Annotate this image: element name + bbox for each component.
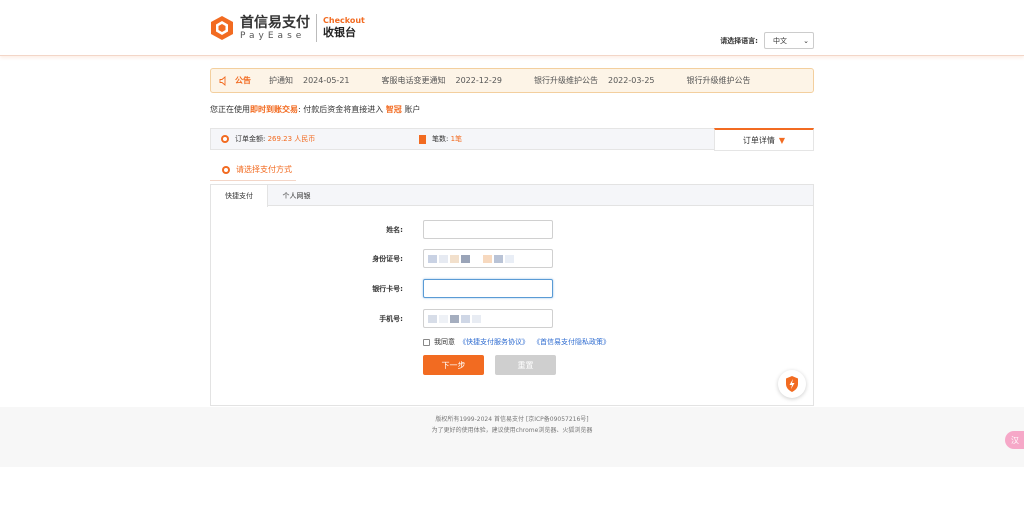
payease-logo[interactable]: 首信易支付 PayEase Checkout 收银台 bbox=[210, 14, 365, 42]
payment-method-heading: 请选择支付方式 bbox=[222, 164, 292, 175]
id-number-field[interactable] bbox=[423, 249, 553, 268]
language-value: 中文 bbox=[773, 36, 787, 45]
chevron-down-icon: ⌄ bbox=[803, 36, 809, 45]
heading-underline bbox=[210, 180, 296, 181]
name-label: 姓名: bbox=[386, 225, 403, 234]
agreement-row: 我同意 《快捷支付服务协议》 《首信易支付隐私政策》 bbox=[423, 337, 610, 347]
logo-divider bbox=[316, 14, 317, 42]
privacy-policy-link[interactable]: 《首信易支付隐私政策》 bbox=[533, 337, 610, 347]
shield-icon bbox=[786, 376, 798, 392]
footer: 版权所有1999-2024 首信易支付 [京ICP备09057216号] 为了更… bbox=[0, 407, 1024, 467]
announcement-item[interactable]: 客服电话变更通知 2022-12-29 bbox=[382, 75, 503, 86]
name-row: 姓名: bbox=[211, 220, 815, 239]
phone-field[interactable] bbox=[423, 309, 553, 328]
copyright-text: 版权所有1999-2024 首信易支付 [京ICP备09057216号] bbox=[435, 416, 589, 423]
announcement-item[interactable]: 护通知 2024-05-21 bbox=[269, 75, 350, 86]
announcement-list: 护通知 2024-05-21 客服电话变更通知 2022-12-29 银行升级维护公… bbox=[269, 75, 783, 86]
reset-button[interactable]: 重置 bbox=[495, 355, 556, 375]
name-field[interactable] bbox=[423, 220, 553, 239]
phone-label: 手机号: bbox=[379, 314, 403, 323]
payment-panel: 快捷支付 个人网银 姓名: 身份证号: 银行卡号: 手机号: 我同意 《快捷支付… bbox=[210, 184, 814, 406]
checkout-cn-text: 收银台 bbox=[323, 26, 356, 39]
payease-logo-icon bbox=[210, 15, 234, 41]
announcement-bar: 公告 护通知 2024-05-21 客服电话变更通知 2022-12-29 银行升级… bbox=[210, 68, 814, 93]
speaker-icon bbox=[219, 75, 229, 86]
language-selector: 请选择语言: 中文 ⌄ bbox=[720, 32, 814, 49]
language-label: 请选择语言: bbox=[720, 36, 758, 45]
checkout-en-text: Checkout bbox=[323, 16, 365, 25]
quick-pay-agreement-link[interactable]: 《快捷支付服务协议》 bbox=[459, 337, 529, 347]
order-amount: 订单金额: 269.23 人民币 bbox=[235, 135, 316, 143]
triangle-down-icon: ▼ bbox=[778, 135, 786, 145]
bank-card-field[interactable] bbox=[423, 279, 553, 298]
announcement-item[interactable]: 银行升级维护公告 2022-03-25 bbox=[534, 75, 655, 86]
id-row: 身份证号: bbox=[211, 249, 815, 268]
order-count: 笔数: 1笔 bbox=[419, 134, 462, 144]
document-icon bbox=[419, 134, 426, 144]
payment-tabs: 快捷支付 个人网银 bbox=[211, 185, 813, 207]
translate-side-tab[interactable]: 汉 bbox=[1005, 431, 1024, 449]
order-amount-icon bbox=[221, 135, 229, 143]
logo-en-text: PayEase bbox=[240, 30, 306, 41]
tab-personal-banking[interactable]: 个人网银 bbox=[268, 185, 325, 206]
card-row: 银行卡号: bbox=[211, 279, 815, 298]
agree-checkbox[interactable] bbox=[423, 338, 430, 346]
id-label: 身份证号: bbox=[372, 254, 403, 263]
masked-value bbox=[428, 314, 481, 323]
order-summary-bar: 订单金额: 269.23 人民币 笔数: 1笔 订单详情 ▼ bbox=[210, 128, 814, 151]
logo-cn-text: 首信易支付 bbox=[240, 14, 310, 31]
masked-value bbox=[428, 254, 514, 263]
order-detail-toggle[interactable]: 订单详情 ▼ bbox=[714, 128, 814, 151]
browser-tip-text: 为了更好的使用体验，建议使用chrome浏览器、火狐浏览器 bbox=[431, 427, 593, 434]
language-select[interactable]: 中文 ⌄ bbox=[764, 32, 814, 49]
transaction-info: 您正在使用即时到账交易: 付款后资金将直接进入 智冠 账户 bbox=[210, 105, 421, 114]
header: 首信易支付 PayEase Checkout 收银台 请选择语言: 中文 ⌄ bbox=[0, 0, 1024, 56]
security-shield-button[interactable] bbox=[778, 370, 806, 398]
merchant-name: 智冠 bbox=[385, 105, 402, 114]
next-button[interactable]: 下一步 bbox=[423, 355, 484, 375]
announcement-item[interactable]: 银行升级维护公告 bbox=[687, 75, 751, 86]
phone-row: 手机号: bbox=[211, 309, 815, 328]
transaction-mode: 即时到账交易 bbox=[250, 105, 298, 114]
announcement-label: 公告 bbox=[235, 76, 251, 85]
card-label: 银行卡号: bbox=[372, 284, 403, 293]
choose-icon bbox=[222, 165, 230, 174]
tab-quick-pay[interactable]: 快捷支付 bbox=[211, 185, 268, 207]
